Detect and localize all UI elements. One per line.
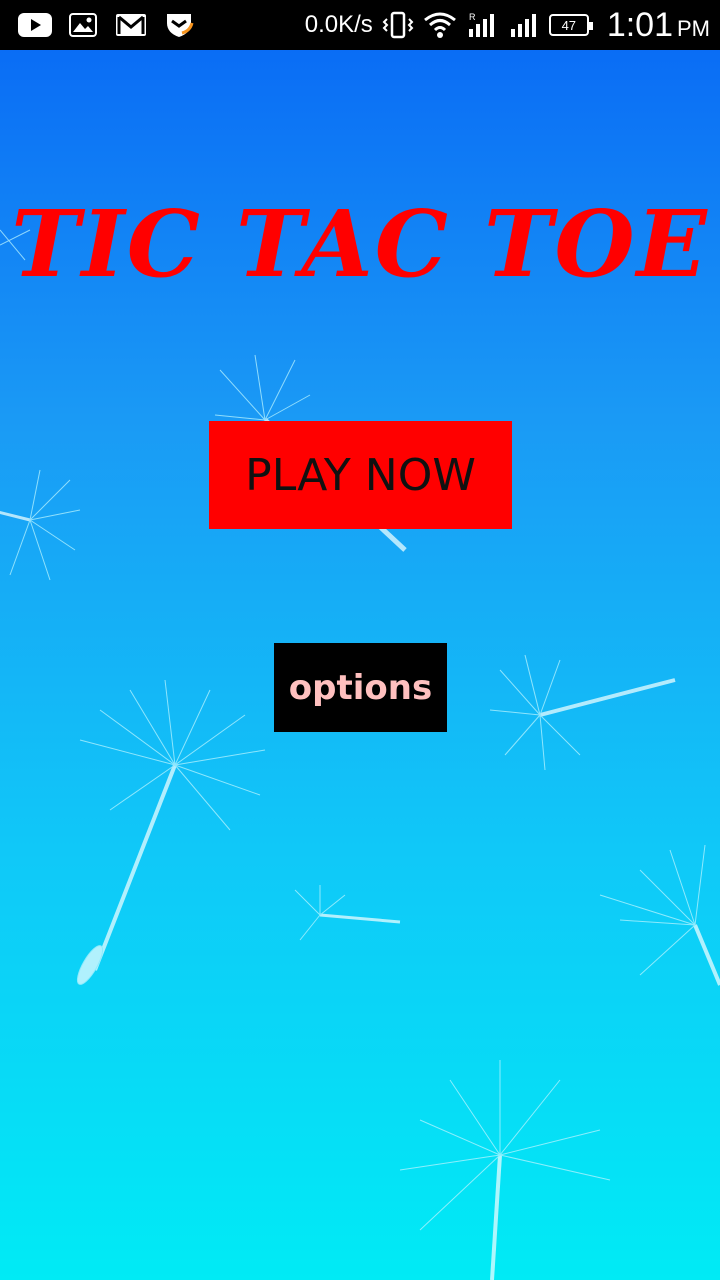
dandelion-seed-3 <box>0 469 81 581</box>
clock: 1:01 PM <box>607 6 710 45</box>
gmail-icon <box>114 11 148 39</box>
battery-level: 47 <box>561 17 577 33</box>
vibrate-icon <box>381 11 415 39</box>
signal-sim2-icon <box>507 11 541 39</box>
security-app-icon <box>162 11 196 39</box>
signal-sim1-icon: R <box>465 11 499 39</box>
gallery-icon <box>66 11 100 39</box>
notification-icons <box>18 11 196 39</box>
svg-text:R: R <box>469 12 476 22</box>
network-speed: 0.0K/s <box>304 11 373 38</box>
options-button[interactable]: options <box>274 643 447 732</box>
dandelion-seed-6 <box>599 844 720 986</box>
dandelion-seed-7 <box>399 1060 611 1280</box>
youtube-icon <box>18 11 52 39</box>
dandelion-seed-5 <box>294 885 401 941</box>
dandelion-seed-1 <box>76 679 266 985</box>
play-now-button[interactable]: PLAY NOW <box>209 421 512 529</box>
clock-time: 1:01 <box>606 5 673 44</box>
main-menu-screen: TIC TAC TOE PLAY NOW options <box>0 50 720 1280</box>
dandelion-seed-2 <box>489 654 676 771</box>
game-title: TIC TAC TOE <box>11 190 709 298</box>
wifi-icon <box>423 11 457 39</box>
system-indicators: 0.0K/s R 47 1:01 PM <box>305 6 710 45</box>
clock-ampm: PM <box>677 15 710 41</box>
battery-icon: 47 <box>548 14 593 36</box>
status-bar: 0.0K/s R 47 1:01 PM <box>0 0 720 50</box>
